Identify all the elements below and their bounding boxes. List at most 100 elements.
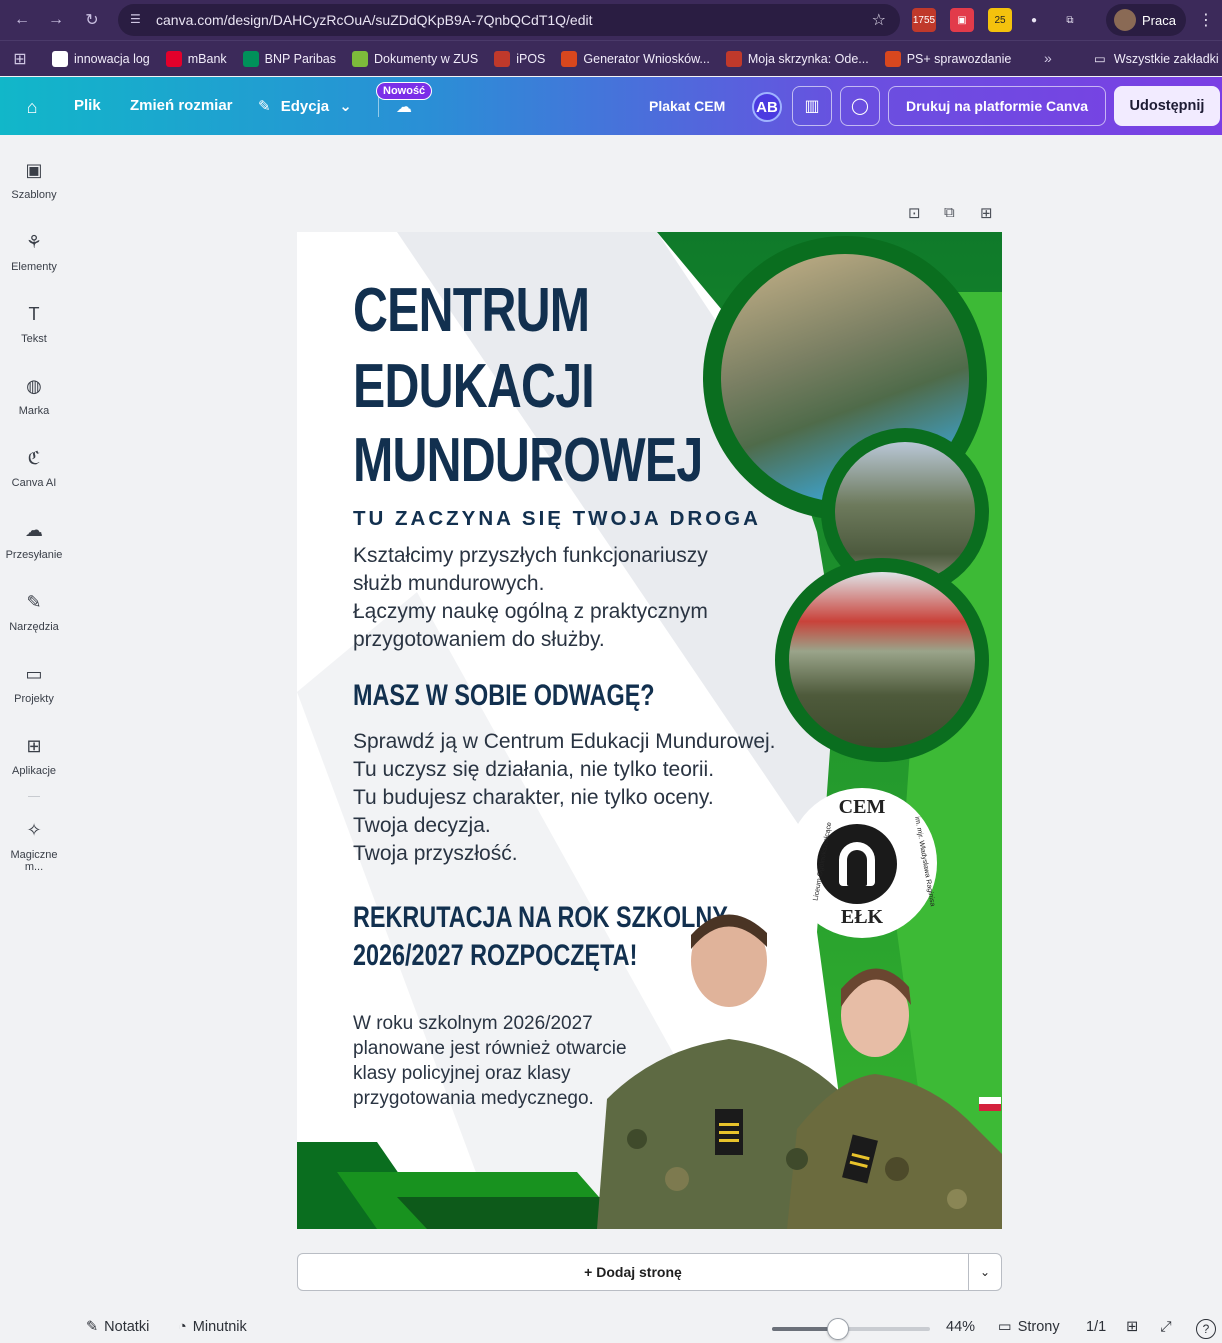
browser-menu-icon[interactable]: ⋮ [1198, 10, 1214, 30]
chevron-down-icon[interactable]: ⌄ [968, 1253, 1002, 1291]
note-text[interactable]: W roku szkolnym 2026/2027 planowane jest… [353, 1011, 627, 1111]
templates-icon: ▣ [25, 160, 43, 180]
profile-chip[interactable]: Praca [1106, 4, 1186, 36]
print-button[interactable]: Drukuj na platformie Canva [888, 86, 1106, 126]
logo-top-text: CEM [838, 796, 886, 818]
page-count: 1/1 [1086, 1319, 1107, 1335]
rail-item-projekty[interactable]: ▭ Projekty [0, 663, 68, 705]
rail-item-aplikacje[interactable]: ⊞ Aplikacje [0, 735, 68, 777]
bookmarks-bar: ⊞ innowacja log mBank BNP Paribas Dokumenty… [0, 40, 1222, 76]
bookmark-item[interactable]: BNP Paribas [242, 50, 336, 67]
rail-item-marka[interactable]: ◍ Marka [0, 375, 68, 417]
call-text[interactable]: Sprawdź ją w Centrum Edukacji Mundurowej… [353, 728, 776, 868]
apps-icon: ⊞ [26, 736, 42, 756]
bookmark-item[interactable]: mBank [165, 50, 227, 67]
notes-button[interactable]: ✎ Notatki [86, 1319, 149, 1335]
rail-item-canva-ai[interactable]: ℭ Canva AI [0, 447, 68, 489]
rail-item-narz-dzia[interactable]: ✎ Narzędzia [0, 591, 68, 633]
pencil-icon: ✎ [258, 98, 271, 115]
photo-circle-assembly[interactable] [775, 558, 989, 762]
question-heading[interactable]: MASZ W SOBIE ODWAGĘ? [353, 678, 655, 714]
rail-item-magiczne-m-[interactable]: ✧ Magiczne m... [0, 819, 68, 873]
poster-title-line-2[interactable]: EDUKACJI [353, 356, 595, 418]
rail-divider [28, 796, 40, 797]
extension-icon-4[interactable]: ● [1022, 8, 1046, 32]
zoom-value[interactable]: 44% [946, 1319, 975, 1335]
poster-subtitle[interactable]: TU ZACZYNA SIĘ TWOJA DROGA [353, 507, 761, 531]
url-text: canva.com/design/DAHCyzRcOuA/suZDdQKpB9A… [156, 12, 593, 28]
canva-ai-icon: ℭ [27, 448, 41, 468]
comment-icon[interactable]: ◯ [840, 86, 880, 126]
rail-item-label: Elementy [11, 261, 57, 273]
rail-item-przesy-anie[interactable]: ☁ Przesyłanie [0, 519, 68, 561]
reload-icon[interactable]: ↻ [74, 2, 110, 38]
note-line: planowane jest również otwarcie [353, 1038, 627, 1059]
zoom-slider-handle[interactable] [827, 1318, 850, 1340]
rail-item-label: Projekty [14, 693, 54, 705]
bookmark-label: innowacja log [74, 51, 150, 66]
zoom-slider[interactable] [772, 1318, 930, 1340]
poster-title-line-1[interactable]: CENTRUM [353, 280, 590, 342]
profile-avatar [1114, 9, 1136, 31]
timer-button[interactable]: ◔ Minutnik [178, 1319, 247, 1335]
fullscreen-icon[interactable]: ⤢ [1160, 1319, 1172, 1335]
browser-toolbar: ← → ↻ ☰ canva.com/design/DAHCyzRcOuA/suZ… [0, 0, 1222, 40]
pages-button[interactable]: ▭ Strony [998, 1319, 1060, 1335]
rail-item-tekst[interactable]: T Tekst [0, 303, 68, 345]
extension-icon-1[interactable]: 1755 [912, 8, 936, 32]
share-button[interactable]: Udostępnij [1114, 86, 1220, 126]
intro-text[interactable]: Kształcimy przyszłych funkcjonariuszy sł… [353, 542, 708, 654]
intro-line: przygotowaniem do służby. [353, 628, 605, 651]
rail-item-label: Przesyłanie [5, 549, 63, 561]
design-page[interactable]: CENTRUM EDUKACJI MUNDUROWEJ TU ZACZYNA S… [297, 232, 1002, 1229]
back-icon[interactable]: ← [4, 2, 40, 38]
cloud-saved-icon[interactable]: ☁ [396, 97, 412, 117]
bookmark-item[interactable]: Generator Wniosków... [561, 50, 710, 67]
bookmark-item[interactable]: iPOS [494, 50, 545, 67]
add-page-button[interactable]: + Dodaj stronę [297, 1253, 969, 1291]
bookmark-item[interactable]: Dokumenty w ZUS [352, 50, 479, 67]
design-title[interactable]: Plakat CEM [649, 98, 725, 114]
home-icon[interactable]: ⌂ [18, 93, 46, 121]
grid-view-icon[interactable]: ⊞ [1126, 1319, 1138, 1335]
tools-icon: ✎ [26, 592, 42, 612]
add-page-icon[interactable]: ⊞ [980, 204, 993, 222]
recruitment-heading-line-2[interactable]: 2026/2027 ROZPOCZĘTA! [353, 938, 637, 974]
poster-title-line-3[interactable]: MUNDUROWEJ [353, 430, 703, 492]
extension-icon-2[interactable]: ▣ [950, 8, 974, 32]
bookmark-item[interactable]: innowacja log [52, 50, 150, 67]
bookmark-label: mBank [187, 51, 227, 66]
edit-menu[interactable]: ✎ Edycja ⌄ [258, 97, 352, 115]
bookmark-label: BNP Paribas [264, 51, 336, 66]
help-icon[interactable]: ? [1196, 1319, 1216, 1339]
soldiers-photo[interactable] [597, 909, 1002, 1229]
extensions-puzzle-icon[interactable]: ⧉ [1058, 8, 1082, 32]
site-info-icon[interactable]: ☰ [130, 12, 146, 28]
all-bookmarks[interactable]: ▭ Wszystkie zakładki [1094, 51, 1219, 67]
duplicate-page-icon[interactable]: ⧉ [944, 204, 955, 221]
extension-badge-1: 1755 [912, 14, 936, 26]
rail-item-szablony[interactable]: ▣ Szablony [0, 159, 68, 201]
bookmarks-overflow-icon[interactable]: » [1044, 50, 1052, 66]
resize-menu[interactable]: Zmień rozmiar [130, 97, 233, 114]
lock-icon[interactable]: ⊡ [908, 204, 921, 222]
extension-icon-3[interactable]: 25 [988, 8, 1012, 32]
bookmark-favicon-icon [242, 50, 259, 67]
analytics-icon[interactable]: ▥ [792, 86, 832, 126]
bookmark-label: Generator Wniosków... [583, 51, 710, 66]
bookmark-item[interactable]: PS+ sprawozdanie [884, 50, 1011, 67]
rail-item-label: Magiczne m... [10, 849, 58, 873]
bookmark-item[interactable]: Moja skrzynka: Ode... [725, 50, 869, 67]
apps-grid-icon[interactable]: ⊞ [0, 49, 40, 69]
extension-badge-3: 25 [994, 14, 1006, 26]
pages-label: Strony [1017, 1319, 1060, 1335]
rail-item-label: Narzędzia [9, 621, 59, 633]
bookmark-star-icon[interactable]: ☆ [872, 10, 886, 30]
rail-item-elementy[interactable]: ⚘ Elementy [0, 231, 68, 273]
bookmark-label: Dokumenty w ZUS [374, 51, 479, 66]
collaborator-avatar[interactable]: AB [752, 92, 782, 122]
timer-label: Minutnik [192, 1319, 247, 1335]
address-bar[interactable]: ☰ canva.com/design/DAHCyzRcOuA/suZDdQKpB… [118, 4, 900, 36]
file-menu[interactable]: Plik [74, 97, 101, 114]
forward-icon[interactable]: → [38, 2, 74, 38]
